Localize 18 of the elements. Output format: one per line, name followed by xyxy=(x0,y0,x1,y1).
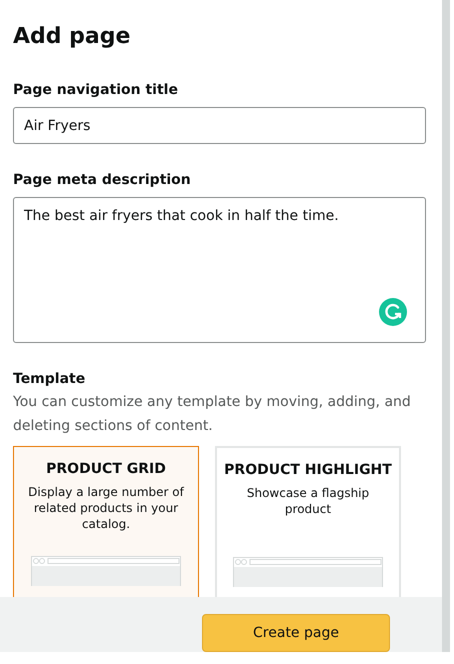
text-input-field[interactable]: Air Fryers xyxy=(13,107,426,144)
template-title: PRODUCT HIGHLIGHT xyxy=(224,461,392,480)
template-hint: You can customize any template by moving, adding, and deleting sections of content. xyxy=(13,393,412,436)
scrollbar[interactable] xyxy=(442,0,450,652)
section-label: Template xyxy=(13,370,86,389)
create-page-button[interactable]: Create page xyxy=(202,614,390,652)
page-title: Add page xyxy=(13,23,132,51)
field-label: Page meta description xyxy=(13,171,192,190)
text-area[interactable]: The best air fryers that cook in half the time. xyxy=(13,197,426,343)
template-description: Showcase a flagship product xyxy=(246,485,370,518)
template-title: PRODUCT GRID xyxy=(46,460,166,479)
template-card[interactable]: PRODUCT HIGHLIGHT Showcase a flagship product xyxy=(215,446,401,597)
template-card[interactable]: PRODUCT GRID Display a large number of related products in your catalog. xyxy=(13,446,199,597)
grammar-assistant-icon[interactable] xyxy=(379,298,407,326)
browser-window-icon xyxy=(31,556,181,586)
browser-window-icon xyxy=(233,557,383,587)
field-label: Page navigation title xyxy=(13,81,179,100)
template-description: Display a large number of related products in your catalog. xyxy=(27,484,186,533)
